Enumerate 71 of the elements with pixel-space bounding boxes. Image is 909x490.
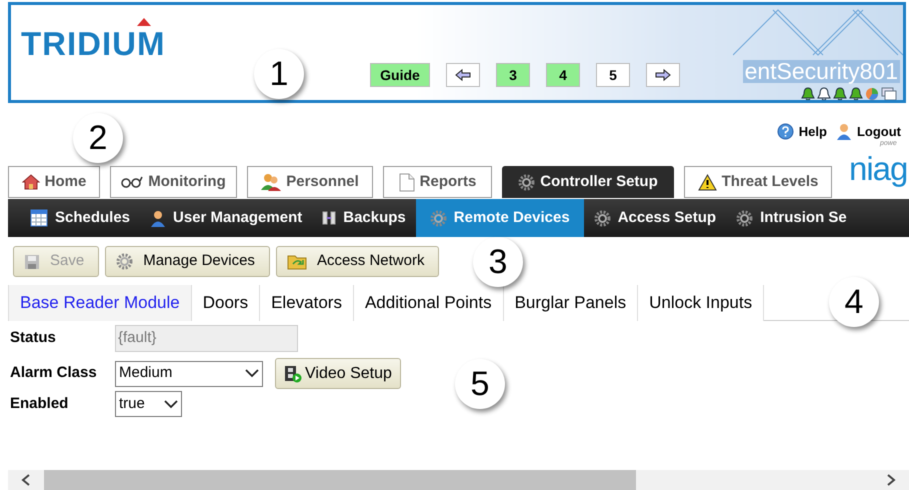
main-tab[interactable]: Reports [383, 166, 492, 198]
glasses-icon [121, 176, 144, 188]
gear-icon [116, 253, 134, 270]
video-setup-button[interactable]: Video Setup [275, 358, 401, 389]
bell-icon[interactable] [801, 87, 815, 100]
page-button[interactable]: 3 [496, 63, 530, 87]
callout-number: 5 [455, 359, 505, 409]
field-label: Enabled [10, 394, 70, 414]
main-tab[interactable]: Home [8, 166, 100, 198]
warning-icon [698, 174, 717, 190]
toolbar-button[interactable]: Manage Devices [105, 246, 270, 277]
sub-tab[interactable]: Remote Devices [416, 199, 584, 237]
horizontal-scrollbar[interactable] [8, 470, 909, 490]
main-tab[interactable]: Personnel [247, 166, 373, 198]
backup-icon [322, 210, 336, 226]
logout-link[interactable]: Logout [836, 122, 901, 142]
bell-icon[interactable] [817, 87, 831, 100]
module-tab[interactable]: Doors [192, 285, 260, 321]
left-arrow-icon [454, 68, 472, 82]
gear-icon [518, 174, 536, 190]
page-button[interactable]: Guide [370, 63, 430, 87]
sub-tab[interactable]: Backups [312, 199, 416, 237]
right-arrow-icon [654, 68, 672, 82]
home-icon [22, 174, 40, 190]
next-button[interactable] [646, 63, 680, 87]
folder-icon [286, 253, 307, 270]
sub-tab[interactable]: User Management [140, 199, 312, 237]
main-tab[interactable]: Threat Levels [684, 166, 832, 198]
module-tab[interactable]: Burglar Panels [504, 285, 638, 321]
module-tab[interactable]: Elevators [260, 285, 354, 321]
sub-tab[interactable]: Access Setup [584, 199, 726, 237]
sub-tab[interactable]: Schedules [20, 199, 140, 237]
toolbar-button[interactable]: Access Network [276, 246, 440, 277]
gear-icon [430, 210, 447, 226]
chevron-down-icon [164, 400, 178, 408]
help-icon [776, 123, 794, 140]
bell-icon[interactable] [849, 87, 863, 100]
help-link[interactable]: Help [776, 122, 827, 142]
chevron-down-icon [245, 369, 259, 378]
person-icon [150, 210, 166, 226]
gear-icon [736, 210, 754, 226]
gear-icon [594, 210, 611, 226]
previous-button[interactable] [446, 63, 480, 87]
scrollbar-thumb[interactable] [44, 470, 636, 490]
callout-number: 4 [829, 277, 879, 327]
module-tab[interactable]: Base Reader Module [8, 285, 192, 321]
station-name: entSecurity801 [742, 60, 900, 83]
page-button[interactable]: 4 [546, 63, 580, 87]
callout-number: 3 [473, 237, 523, 287]
enabled-dropdown[interactable]: true [115, 391, 182, 417]
document-icon [398, 172, 415, 192]
field-label: Status [10, 328, 57, 348]
people-icon [261, 173, 282, 191]
film-icon [284, 364, 302, 382]
sub-tab[interactable]: Intrusion Se [726, 199, 857, 237]
module-tab[interactable]: Additional Points [354, 285, 504, 321]
person-icon [836, 123, 852, 140]
status-field: {fault} [115, 325, 298, 352]
alarm-class-dropdown[interactable]: Medium [115, 360, 263, 386]
logo-triangle-icon [137, 18, 152, 26]
calendar-icon [30, 209, 48, 227]
bell-icon[interactable] [833, 87, 847, 100]
windows-icon[interactable] [881, 87, 897, 100]
module-tab[interactable]: Unlock Inputs [638, 285, 764, 321]
main-tab[interactable]: Monitoring [110, 166, 237, 198]
logo: TRIDIUM [21, 27, 166, 60]
brand-name: niag [849, 152, 908, 185]
field-label: Alarm Class [10, 363, 98, 384]
page-button[interactable]: 5 [596, 63, 630, 87]
main-tab[interactable]: Controller Setup [502, 166, 674, 198]
callout-number: 2 [73, 113, 123, 163]
